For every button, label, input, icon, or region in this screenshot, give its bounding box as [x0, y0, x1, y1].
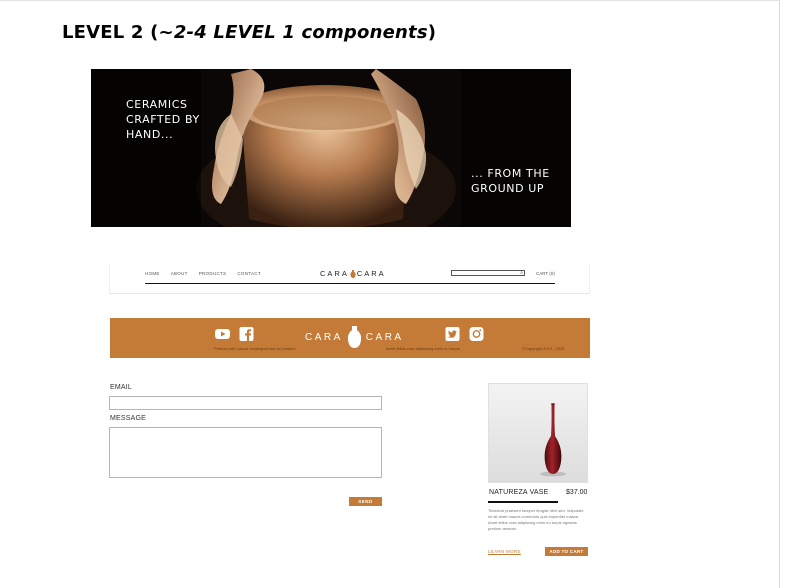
- nav-link-products[interactable]: PRODUCTS: [199, 271, 227, 276]
- hero-banner: CERAMICS CRAFTED BY HAND... ... FROM THE…: [91, 69, 571, 227]
- cart-link[interactable]: CART (0): [536, 271, 555, 276]
- search-input[interactable]: ⌕: [451, 270, 525, 276]
- footer-logo[interactable]: CARA CARA: [305, 326, 404, 348]
- hero-tagline-right: ... FROM THE GROUND UP: [471, 167, 550, 195]
- page-title: LEVEL 2 (~2-4 LEVEL 1 components): [62, 22, 437, 43]
- message-field[interactable]: [109, 427, 382, 478]
- top-navigation: HOME ABOUT PRODUCTS CONTACT CARA CARA ⌕ …: [109, 264, 590, 294]
- nav-link-about[interactable]: ABOUT: [171, 271, 188, 276]
- product-divider: [488, 501, 558, 503]
- email-field[interactable]: [109, 396, 382, 410]
- footer-bar: CARA CARA Pretium nibh ipsum consequat n…: [110, 318, 590, 358]
- product-description: Tincidunt praesent semper feugiat nibh s…: [488, 508, 584, 531]
- send-button[interactable]: SEND: [349, 497, 382, 506]
- vase-logo-icon: [350, 269, 356, 278]
- nav-links: HOME ABOUT PRODUCTS CONTACT: [145, 271, 261, 276]
- product-name[interactable]: NATUREZA VASE: [489, 489, 549, 496]
- facebook-icon[interactable]: [239, 327, 254, 341]
- copyright-text: ©Copyright 2013 - 2020: [522, 346, 565, 351]
- nav-link-contact[interactable]: CONTACT: [237, 271, 261, 276]
- product-price: $37.00: [566, 489, 588, 496]
- footer-logo-right: CARA: [365, 331, 404, 343]
- logo-text-right: CARA: [356, 269, 386, 278]
- instagram-icon[interactable]: [469, 327, 484, 341]
- logo-text-left: CARA: [320, 269, 349, 278]
- hero-tagline-left: CERAMICS CRAFTED BY HAND...: [126, 98, 200, 141]
- twitter-icon[interactable]: [445, 327, 460, 341]
- footer-text-left: Pretium nibh ipsum consequat nisl vel pr…: [214, 346, 296, 351]
- nav-link-home[interactable]: HOME: [145, 271, 160, 276]
- vase-logo-icon: [347, 326, 361, 348]
- footer-logo-left: CARA: [305, 331, 343, 343]
- email-label: EMAIL: [110, 384, 133, 391]
- nav-logo[interactable]: CARA CARA: [320, 269, 386, 278]
- search-icon[interactable]: ⌕: [520, 270, 523, 276]
- product-image[interactable]: [488, 383, 588, 483]
- youtube-icon[interactable]: [215, 327, 230, 341]
- footer-text-middle: Amet tellus cras adipiscing enim eu turp…: [386, 346, 460, 351]
- pottery-hands-photo: [91, 69, 571, 227]
- nav-divider: [145, 283, 555, 284]
- red-vase-photo: [489, 384, 587, 482]
- add-to-cart-button[interactable]: ADD TO CART: [545, 547, 588, 556]
- learn-more-link[interactable]: LEARN MORE: [488, 549, 521, 554]
- message-label: MESSAGE: [110, 415, 147, 422]
